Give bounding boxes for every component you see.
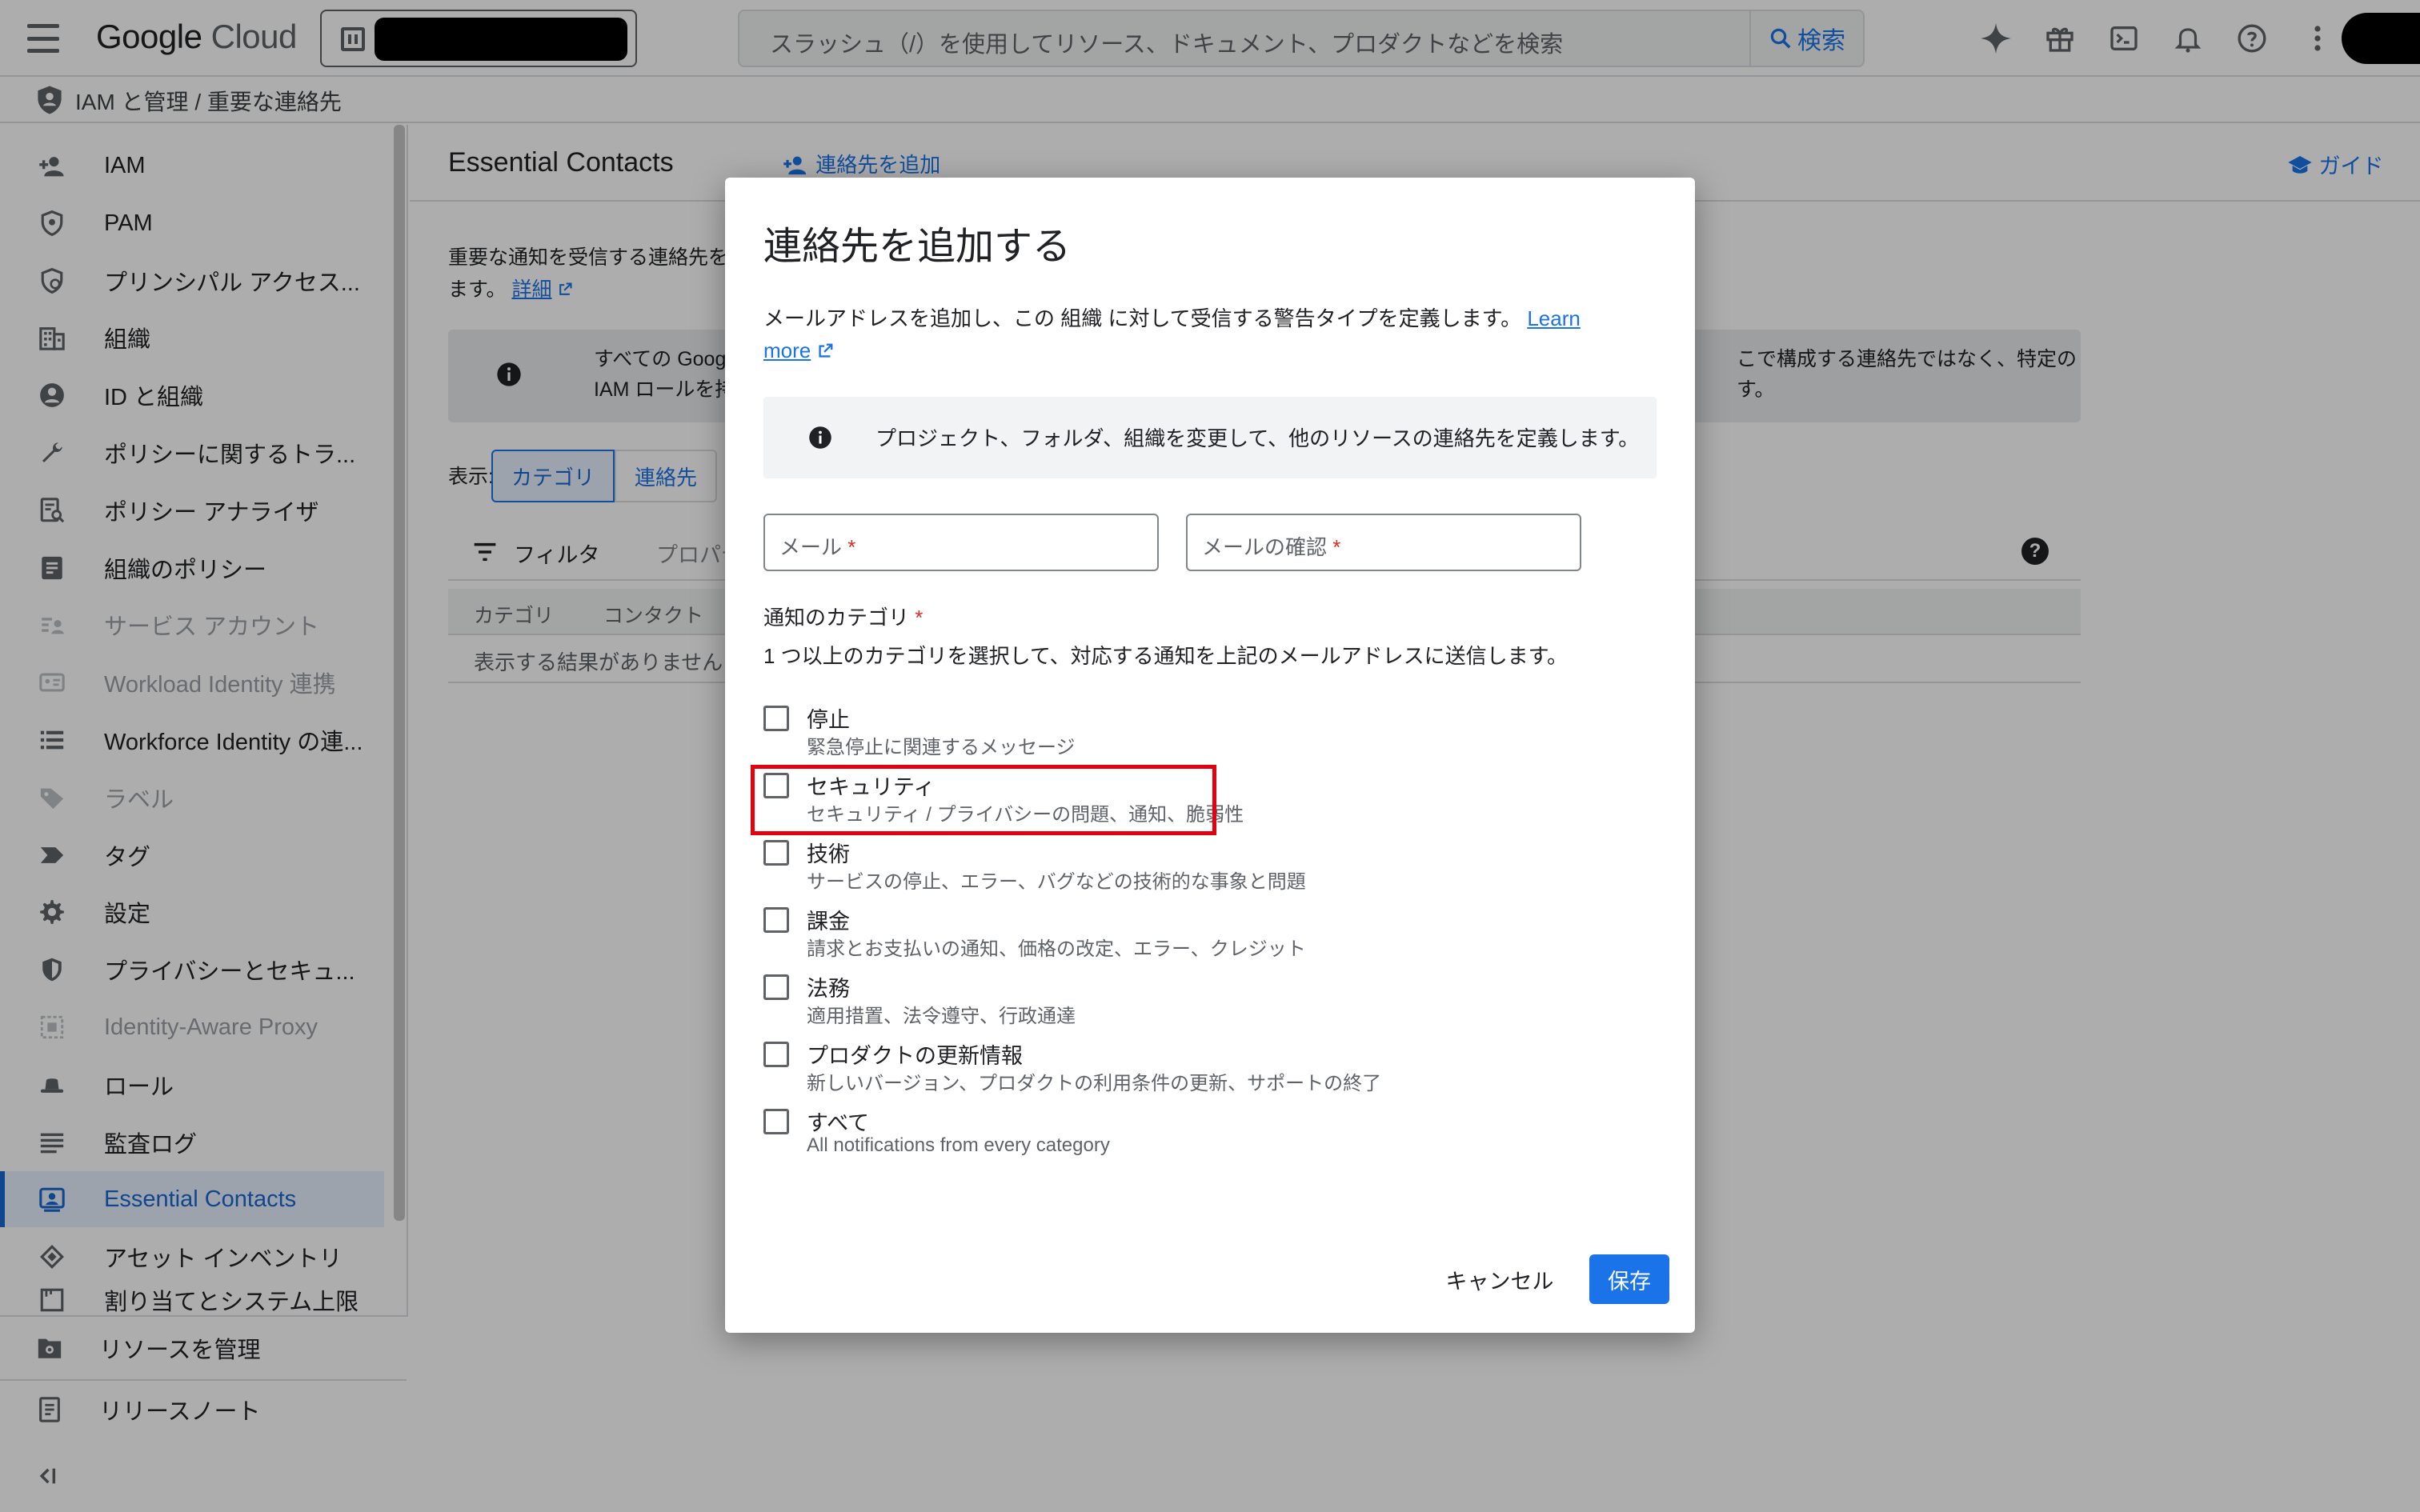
checkbox[interactable] (763, 1109, 789, 1134)
category-description: 緊急停止に関連するメッセージ (807, 737, 1076, 758)
dialog-description: メールアドレスを追加し、この 組織 に対して受信する警告タイプを定義します。 L… (763, 302, 1612, 366)
category-description: 適用措置、法令遵守、行政通達 (807, 1006, 1076, 1027)
category-option-1[interactable]: 停止緊急停止に関連するメッセージ (763, 702, 1484, 766)
category-label[interactable]: 課金 (807, 904, 850, 935)
dialog-description-text: メールアドレスを追加し、この 組織 に対して受信する警告タイプを定義します。 (763, 306, 1522, 330)
highlight-annotation-box (751, 765, 1216, 835)
checkbox[interactable] (763, 907, 789, 933)
category-label[interactable]: 停止 (807, 702, 850, 734)
save-button[interactable]: 保存 (1589, 1254, 1669, 1304)
checkbox[interactable] (763, 706, 789, 731)
categories-subtitle: 1 つ以上のカテゴリを選択して、対応する通知を上記のメールアドレスに送信します。 (763, 644, 1569, 668)
category-option-6[interactable]: プロダクトの更新情報新しいバージョン、プロダクトの利用条件の更新、サポートの終了 (763, 1038, 1484, 1102)
checkbox[interactable] (763, 1042, 789, 1067)
email-confirm-input[interactable] (1188, 515, 1580, 570)
email-input[interactable] (765, 515, 1157, 570)
categories-title: 通知のカテゴリ * (763, 606, 924, 630)
email-field[interactable]: メール * (763, 514, 1159, 571)
info-icon (809, 426, 831, 449)
category-option-7[interactable]: すべて All notifications from every category (763, 1106, 1484, 1170)
checkbox[interactable] (763, 974, 789, 1000)
category-description: サービスの停止、エラー、バグなどの技術的な事象と問題 (807, 871, 1306, 893)
cancel-button[interactable]: キャンセル (1439, 1254, 1561, 1304)
category-option-3[interactable]: 技術サービスの停止、エラー、バグなどの技術的な事象と問題 (763, 837, 1484, 901)
dialog-info-box: プロジェクト、フォルダ、組織を変更して、他のリソースの連絡先を定義します。 (763, 397, 1657, 478)
category-label[interactable]: すべて (807, 1106, 869, 1137)
category-description: 請求とお支払いの通知、価格の改定、エラー、クレジット (807, 938, 1306, 960)
add-contact-dialog: 連絡先を追加する メールアドレスを追加し、この 組織 に対して受信する警告タイプ… (725, 178, 1695, 1333)
category-description: All notifications from every category (807, 1134, 1110, 1156)
dialog-title: 連絡先を追加する (763, 226, 1072, 268)
category-option-5[interactable]: 法務適用措置、法令遵守、行政通達 (763, 971, 1484, 1035)
category-label[interactable]: 技術 (807, 837, 850, 868)
category-description: 新しいバージョン、プロダクトの利用条件の更新、サポートの終了 (807, 1073, 1382, 1094)
checkbox[interactable] (763, 840, 789, 866)
category-option-4[interactable]: 課金請求とお支払いの通知、価格の改定、エラー、クレジット (763, 904, 1484, 968)
category-label[interactable]: 法務 (807, 971, 850, 1002)
external-link-icon (819, 343, 833, 358)
category-label[interactable]: プロダクトの更新情報 (807, 1038, 1023, 1070)
dialog-info-text: プロジェクト、フォルダ、組織を変更して、他のリソースの連絡先を定義します。 (875, 426, 1640, 450)
email-confirm-field[interactable]: メールの確認 * (1186, 514, 1581, 571)
